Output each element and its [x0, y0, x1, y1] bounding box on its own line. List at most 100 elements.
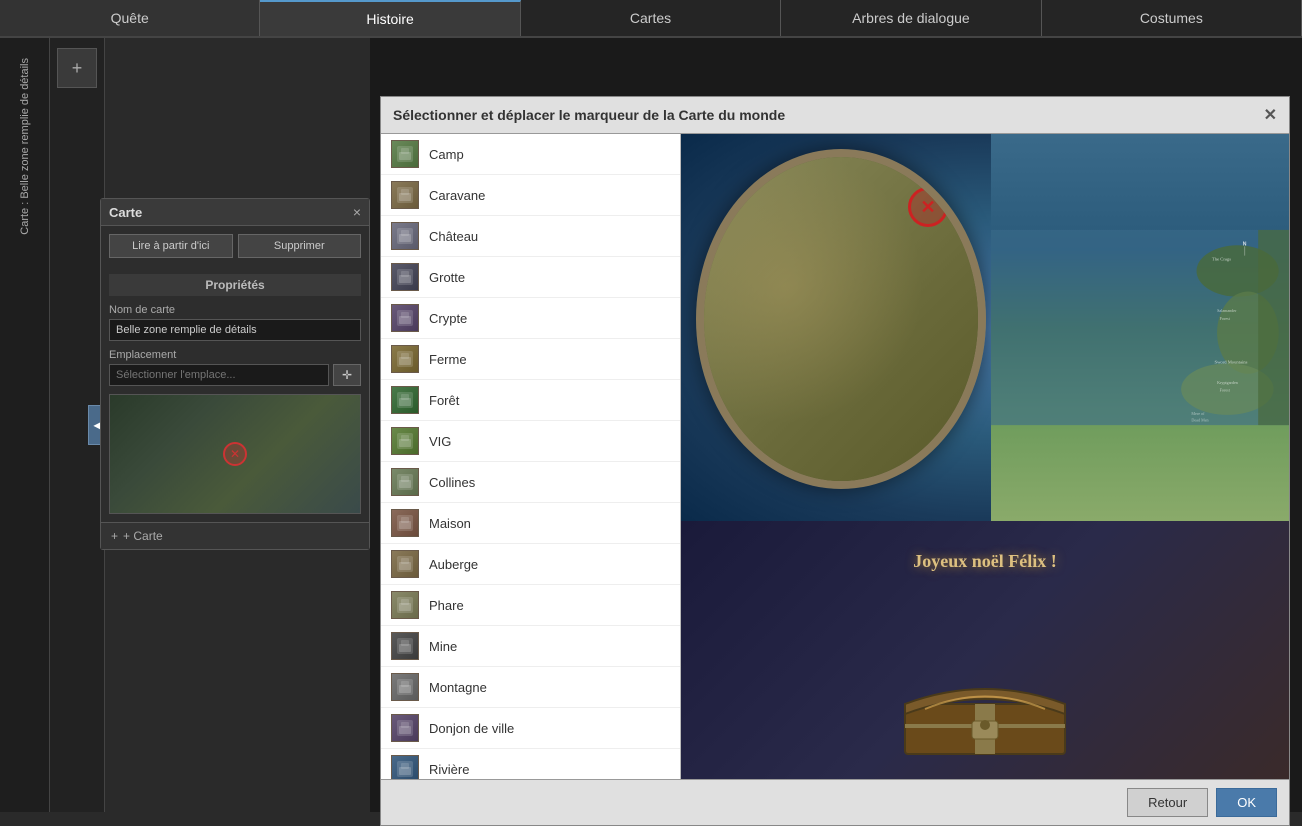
list-item-camp[interactable]: Camp: [381, 134, 680, 175]
crosshair-icon: ✛: [342, 368, 352, 382]
ferme-icon: [395, 349, 415, 369]
carte-panel: Carte × Lire à partir d'ici Supprimer Pr…: [100, 198, 370, 550]
list-item-icon-donjon: [391, 714, 419, 742]
list-item-vig[interactable]: VIG: [381, 421, 680, 462]
tab-quete[interactable]: Quête: [0, 0, 260, 36]
list-item-label-vig: VIG: [429, 434, 451, 449]
tab-arbres[interactable]: Arbres de dialogue: [781, 0, 1041, 36]
list-item-label-ferme: Ferme: [429, 352, 467, 367]
tab-cartes[interactable]: Cartes: [521, 0, 781, 36]
list-item-auberge[interactable]: Auberge: [381, 544, 680, 585]
tab-histoire[interactable]: Histoire: [260, 0, 520, 36]
carte-marker: [223, 442, 247, 466]
svg-text:Forest: Forest: [1220, 316, 1231, 321]
list-item-icon-montagne: [391, 673, 419, 701]
list-item-icon-maison: [391, 509, 419, 537]
carte-thumbnail-map: [110, 395, 360, 513]
sidebar-add-btn[interactable]: +: [57, 48, 97, 88]
list-item-icon-phare: [391, 591, 419, 619]
world-map: The Crags Salamander Forest Sword Mounta…: [991, 134, 1289, 521]
list-item-maison[interactable]: Maison: [381, 503, 680, 544]
list-item-label-crypte: Crypte: [429, 311, 467, 326]
list-item-label-riviere: Rivière: [429, 762, 469, 777]
list-item-icon-grotte: [391, 263, 419, 291]
carte-panel-buttons: Lire à partir d'ici Supprimer: [101, 226, 369, 266]
video-panel: Joyeux noël Félix !: [681, 521, 1289, 779]
map-container: ✕: [681, 134, 1289, 521]
ok-button[interactable]: OK: [1216, 788, 1277, 817]
svg-text:Sword Mountains: Sword Mountains: [1215, 359, 1248, 364]
auberge-icon: [395, 554, 415, 574]
map-magnifier-inner: ✕: [704, 157, 978, 481]
carte-properties-section: Propriétés Nom de carte Emplacement ✛: [101, 266, 369, 522]
list-item-chateau[interactable]: Château: [381, 216, 680, 257]
list-item-label-collines: Collines: [429, 475, 475, 490]
list-item-label-chateau: Château: [429, 229, 478, 244]
chest-svg: [885, 669, 1085, 759]
modal-footer: Retour OK: [381, 779, 1289, 825]
svg-text:Kryptgarden: Kryptgarden: [1217, 380, 1238, 385]
mine-icon: [395, 636, 415, 656]
list-item-icon-crypte: [391, 304, 419, 332]
list-item-label-camp: Camp: [429, 147, 464, 162]
grotte-icon: [395, 267, 415, 287]
list-item-ferme[interactable]: Ferme: [381, 339, 680, 380]
carte-emplacement-input[interactable]: [109, 364, 329, 386]
list-item-crypte[interactable]: Crypte: [381, 298, 680, 339]
modal-header: Sélectionner et déplacer le marqueur de …: [381, 97, 1289, 134]
list-item-label-grotte: Grotte: [429, 270, 465, 285]
carte-panel-title: Carte: [109, 205, 142, 220]
carte-emplacement-icon-btn[interactable]: ✛: [333, 364, 361, 386]
plus-icon: +: [72, 58, 83, 79]
svg-text:Mere of: Mere of: [1191, 411, 1205, 416]
list-item-icon-chateau: [391, 222, 419, 250]
list-item-icon-camp: [391, 140, 419, 168]
carte-emplacement-field: Emplacement ✛: [109, 349, 361, 386]
carte-nom-field: Nom de carte: [109, 304, 361, 341]
phare-icon: [395, 595, 415, 615]
modal-body: Camp Caravane Château Grotte Crypte Ferm…: [381, 134, 1289, 779]
modal-close-button[interactable]: ✕: [1264, 105, 1277, 125]
list-item-foret[interactable]: Forêt: [381, 380, 680, 421]
tab-costumes[interactable]: Costumes: [1042, 0, 1302, 36]
maison-icon: [395, 513, 415, 533]
sidebar-vertical-label: Carte : Belle zone remplie de détails: [19, 58, 31, 235]
list-item-icon-vig: [391, 427, 419, 455]
camp-icon: [395, 144, 415, 164]
list-item-grotte[interactable]: Grotte: [381, 257, 680, 298]
list-item-icon-foret: [391, 386, 419, 414]
collines-icon: [395, 472, 415, 492]
video-text: Joyeux noël Félix !: [913, 551, 1056, 572]
list-item-donjon[interactable]: Donjon de ville: [381, 708, 680, 749]
carte-emplacement-label: Emplacement: [109, 349, 361, 361]
svg-text:Salamander: Salamander: [1217, 308, 1237, 313]
map-background: ✕: [681, 134, 1289, 521]
list-item-label-auberge: Auberge: [429, 557, 478, 572]
montagne-icon: [395, 677, 415, 697]
retour-button[interactable]: Retour: [1127, 788, 1208, 817]
list-item-icon-auberge: [391, 550, 419, 578]
add-carte-button[interactable]: + + Carte: [101, 522, 369, 549]
list-item-phare[interactable]: Phare: [381, 585, 680, 626]
carte-nom-input[interactable]: [109, 319, 361, 341]
vertical-sidebar: Carte : Belle zone remplie de détails: [0, 38, 50, 812]
chateau-icon: [395, 226, 415, 246]
lire-button[interactable]: Lire à partir d'ici: [109, 234, 233, 258]
list-item-mine[interactable]: Mine: [381, 626, 680, 667]
carte-thumbnail: [109, 394, 361, 514]
carte-emplacement-row: ✛: [109, 364, 361, 386]
list-panel: Camp Caravane Château Grotte Crypte Ferm…: [381, 134, 681, 779]
supprimer-button[interactable]: Supprimer: [238, 234, 362, 258]
plus-icon-small: +: [111, 529, 118, 543]
modal-title: Sélectionner et déplacer le marqueur de …: [393, 107, 785, 123]
list-item-label-donjon: Donjon de ville: [429, 721, 514, 736]
list-scroll-container[interactable]: Camp Caravane Château Grotte Crypte Ferm…: [381, 134, 680, 779]
list-item-label-mine: Mine: [429, 639, 457, 654]
main-area: Carte : Belle zone remplie de détails + …: [0, 38, 1302, 812]
list-item-montagne[interactable]: Montagne: [381, 667, 680, 708]
list-item-collines[interactable]: Collines: [381, 462, 680, 503]
list-item-caravane[interactable]: Caravane: [381, 175, 680, 216]
list-item-riviere[interactable]: Rivière: [381, 749, 680, 779]
carte-panel-close-btn[interactable]: ×: [353, 204, 361, 220]
top-nav: Quête Histoire Cartes Arbres de dialogue…: [0, 0, 1302, 38]
